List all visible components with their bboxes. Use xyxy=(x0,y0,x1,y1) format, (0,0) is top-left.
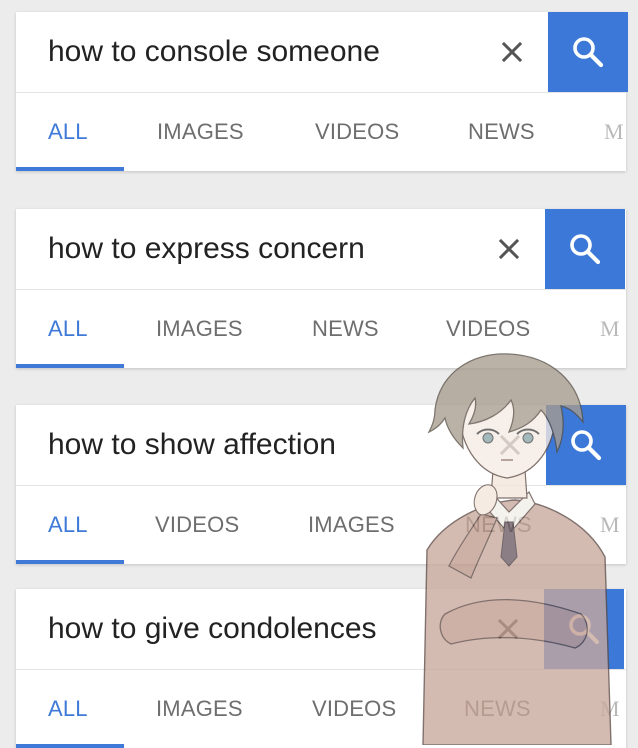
tab-images[interactable]: IMAGES xyxy=(157,93,244,171)
tab-images[interactable]: IMAGES xyxy=(308,486,395,564)
tab-all[interactable]: ALL xyxy=(48,486,88,564)
tab-news[interactable]: NEWS xyxy=(468,93,535,171)
tab-news[interactable]: NEWS xyxy=(464,670,531,748)
tab-all[interactable]: ALL xyxy=(48,670,88,748)
search-input[interactable]: how to give condolences xyxy=(48,589,377,669)
tab-more[interactable]: M xyxy=(604,93,624,171)
search-bar: how to give condolences xyxy=(16,589,626,670)
tab-videos[interactable]: VIDEOS xyxy=(446,290,530,368)
clear-button[interactable] xyxy=(492,405,528,485)
tab-videos[interactable]: VIDEOS xyxy=(312,670,396,748)
tab-news[interactable]: NEWS xyxy=(312,290,379,368)
clear-button[interactable] xyxy=(494,12,530,92)
active-tab-indicator xyxy=(16,560,124,564)
clear-button[interactable] xyxy=(490,589,526,669)
tab-images[interactable]: IMAGES xyxy=(156,670,243,748)
search-icon xyxy=(570,234,601,265)
search-tabs: ALL IMAGES NEWS VIDEOS M xyxy=(16,290,626,368)
tab-more[interactable]: M xyxy=(600,486,620,564)
search-tabs: ALL IMAGES VIDEOS NEWS M xyxy=(16,93,626,171)
close-icon xyxy=(497,618,519,640)
tab-more[interactable]: M xyxy=(600,670,620,748)
search-panel-4: how to give condolences ALL IMAGES VIDEO… xyxy=(16,589,626,748)
search-button[interactable] xyxy=(544,589,624,669)
clear-button[interactable] xyxy=(491,209,527,289)
search-button[interactable] xyxy=(548,12,628,92)
search-input[interactable]: how to show affection xyxy=(48,405,336,485)
search-panel-2: how to express concern ALL IMAGES NEWS V… xyxy=(16,209,626,368)
search-bar: how to express concern xyxy=(16,209,626,290)
search-input[interactable]: how to express concern xyxy=(48,209,365,289)
search-bar: how to show affection xyxy=(16,405,626,486)
tab-all[interactable]: ALL xyxy=(48,290,88,368)
search-tabs: ALL VIDEOS IMAGES NEWS M xyxy=(16,486,626,564)
tab-images[interactable]: IMAGES xyxy=(156,290,243,368)
close-icon xyxy=(499,434,521,456)
search-panel-3: how to show affection ALL VIDEOS IMAGES … xyxy=(16,405,626,564)
search-panel-1: how to console someone ALL IMAGES VIDEOS… xyxy=(16,12,628,171)
search-bar: how to console someone xyxy=(16,12,628,93)
active-tab-indicator xyxy=(16,167,124,171)
close-icon xyxy=(498,238,520,260)
search-input[interactable]: how to console someone xyxy=(48,12,380,92)
close-icon xyxy=(501,41,523,63)
search-icon xyxy=(569,614,600,645)
search-icon xyxy=(573,37,604,68)
tab-news[interactable]: NEWS xyxy=(465,486,532,564)
search-button[interactable] xyxy=(545,209,625,289)
tab-videos[interactable]: VIDEOS xyxy=(315,93,399,171)
search-icon xyxy=(571,430,602,461)
search-tabs: ALL IMAGES VIDEOS NEWS M xyxy=(16,670,626,748)
tab-all[interactable]: ALL xyxy=(48,93,88,171)
tab-videos[interactable]: VIDEOS xyxy=(155,486,239,564)
search-button[interactable] xyxy=(546,405,626,485)
tab-more[interactable]: M xyxy=(600,290,620,368)
active-tab-indicator xyxy=(16,364,124,368)
